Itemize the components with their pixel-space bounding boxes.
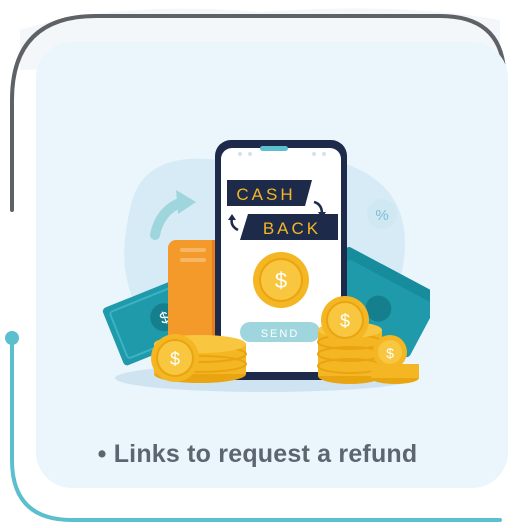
- svg-text:$: $: [275, 268, 287, 293]
- svg-text:%: %: [375, 207, 388, 224]
- svg-text:$: $: [340, 311, 350, 331]
- accent-dot: [5, 331, 19, 345]
- svg-text:SEND: SEND: [261, 328, 300, 340]
- feature-panel: % $ CASH BACK $ SEND $ $ $ • Links to re…: [0, 0, 515, 528]
- svg-text:BACK: BACK: [263, 219, 321, 238]
- cashback-illustration: % $ CASH BACK $ SEND $ $ $: [102, 140, 430, 392]
- svg-text:CASH: CASH: [236, 185, 295, 204]
- feature-caption: • Links to request a refund: [97, 440, 418, 468]
- svg-text:$: $: [386, 345, 394, 361]
- svg-text:$: $: [170, 349, 180, 369]
- percent-icon: %: [367, 199, 397, 229]
- coin-icon: $: [253, 252, 309, 308]
- coin-icon: $: [151, 334, 247, 383]
- send-button: SEND: [240, 322, 320, 342]
